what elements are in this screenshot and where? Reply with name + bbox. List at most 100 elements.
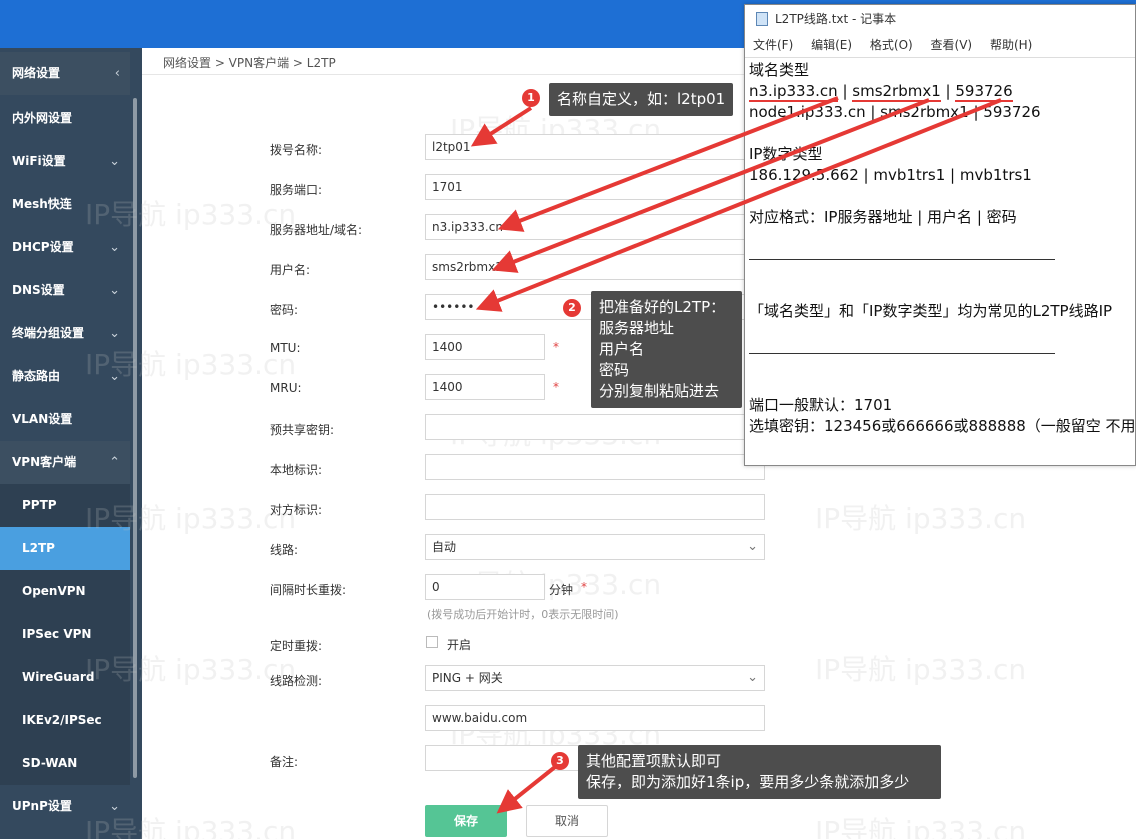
- watermark: IP导航 ip333.cn: [815, 815, 1027, 839]
- sidebar-item-label: 内外网设置: [12, 111, 73, 125]
- dial-name-input[interactable]: l2tp01: [425, 134, 765, 160]
- text-line: 「域名类型」和「IP数字类型」均为常见的L2TP线路IP: [749, 302, 1113, 320]
- cancel-button[interactable]: 取消: [526, 805, 608, 837]
- username-label: 用户名:: [270, 263, 311, 277]
- menu-help[interactable]: 帮助(H): [990, 38, 1032, 52]
- sidebar-item-upnp[interactable]: UPnP设置 ⌄: [0, 785, 130, 828]
- callout-line: 密码: [599, 361, 630, 379]
- password-value: ••••••: [432, 300, 475, 314]
- callout-line: 其他配置项默认即可: [586, 752, 722, 770]
- local-id-label: 本地标识:: [270, 463, 323, 477]
- menu-edit[interactable]: 编辑(E): [811, 38, 852, 52]
- sidebar-item-wifi[interactable]: WiFi设置 ⌄: [0, 140, 130, 183]
- line-label: 线路:: [270, 543, 299, 557]
- sidebar-item-dhcp[interactable]: DHCP设置 ⌄: [0, 226, 130, 269]
- timed-redial-label: 定时重拨:: [270, 639, 323, 653]
- notepad-title: L2TP线路.txt - 记事本: [775, 12, 897, 26]
- server-input[interactable]: n3.ip333.cn: [425, 214, 765, 240]
- divider-line: [749, 259, 1133, 280]
- sidebar-item-sd-wan[interactable]: SD-WAN: [0, 742, 130, 785]
- separator: |: [940, 82, 956, 100]
- chevron-down-icon: ⌄: [109, 240, 120, 255]
- sidebar-item-dns[interactable]: DNS设置 ⌄: [0, 269, 130, 312]
- sidebar-item-l2tp[interactable]: L2TP: [0, 527, 130, 570]
- domain-password: 593726: [955, 82, 1013, 102]
- line-select[interactable]: 自动 ⌄: [425, 534, 765, 560]
- separator: |: [837, 82, 853, 100]
- callout-step-3: 其他配置项默认即可 保存，即为添加好1条ip，要用多少条就添加多少: [578, 745, 941, 799]
- sidebar-item-label: VLAN设置: [12, 412, 73, 426]
- sidebar-item-label: Mesh快连: [12, 197, 72, 211]
- sidebar-item-label: IKEv2/IPSec: [22, 713, 102, 727]
- sidebar-item-mesh[interactable]: Mesh快连: [0, 183, 130, 226]
- sidebar-item-terminal-group[interactable]: 终端分组设置 ⌄: [0, 312, 130, 355]
- redial-interval-hint: (拨号成功后开始计时，0表示无限时间): [427, 608, 619, 621]
- sidebar-item-vpn-client[interactable]: VPN客户端 ⌃: [0, 441, 130, 484]
- sidebar-item-label: 网络设置: [12, 66, 61, 80]
- chevron-up-icon: ⌃: [109, 455, 120, 470]
- sidebar-item-pptp[interactable]: PPTP: [0, 484, 130, 527]
- sidebar-item-network[interactable]: 网络设置 ‹: [0, 52, 130, 95]
- sidebar-item-label: OpenVPN: [22, 584, 86, 598]
- mtu-value: 1400: [432, 340, 463, 354]
- menu-file[interactable]: 文件(F): [753, 38, 793, 52]
- menu-view[interactable]: 查看(V): [931, 38, 973, 52]
- sidebar-item-label: 终端分组设置: [12, 326, 85, 340]
- notepad-menubar: 文件(F) 编辑(E) 格式(O) 查看(V) 帮助(H): [745, 33, 1135, 57]
- server-value: n3.ip333.cn: [432, 220, 503, 234]
- timed-redial-checkbox[interactable]: [426, 636, 438, 648]
- local-id-input[interactable]: [425, 454, 765, 480]
- sidebar-item-openvpn[interactable]: OpenVPN: [0, 570, 130, 613]
- text-line: 端口一般默认：1701: [749, 396, 893, 414]
- psk-input[interactable]: [425, 414, 765, 440]
- sidebar-item-lan-wan[interactable]: 内外网设置: [0, 97, 130, 140]
- text-line: node1.ip333.cn | sms2rbmx1 | 593726: [749, 103, 1041, 121]
- remote-id-input[interactable]: [425, 494, 765, 520]
- mtu-input[interactable]: 1400: [425, 334, 545, 360]
- username-input[interactable]: sms2rbmx1: [425, 254, 765, 280]
- redial-interval-input[interactable]: 0: [425, 574, 545, 600]
- notepad-icon: [756, 12, 768, 26]
- psk-label: 预共享密钥:: [270, 423, 335, 437]
- notepad-text-area[interactable]: 域名类型 n3.ip333.cn | sms2rbmx1 | 593726 no…: [745, 57, 1136, 465]
- sidebar-item-ikev2[interactable]: IKEv2/IPSec: [0, 699, 130, 742]
- line-check-target-input[interactable]: www.baidu.com: [425, 705, 765, 731]
- sidebar-item-ipsec-vpn[interactable]: IPSec VPN: [0, 613, 130, 656]
- mtu-label: MTU:: [270, 341, 301, 355]
- sidebar-item-label: UPnP设置: [12, 799, 72, 813]
- port-value: 1701: [432, 180, 463, 194]
- notepad-titlebar[interactable]: L2TP线路.txt - 记事本: [745, 5, 1135, 33]
- sidebar-item-vlan[interactable]: VLAN设置: [0, 398, 130, 441]
- text-line: 对应格式：IP服务器地址 | 用户名 | 密码: [749, 208, 1017, 226]
- sidebar-item-wireguard[interactable]: WireGuard: [0, 656, 130, 699]
- sidebar-scrollbar[interactable]: [133, 98, 137, 778]
- divider-line: [749, 353, 1133, 374]
- line-check-value: PING + 网关: [432, 671, 503, 685]
- sidebar: 网络设置 ‹ 内外网设置 WiFi设置 ⌄ Mesh快连 DHCP设置 ⌄ DNS设置…: [0, 48, 142, 839]
- menu-format[interactable]: 格式(O): [870, 38, 913, 52]
- chevron-down-icon: ⌄: [109, 799, 120, 814]
- step-badge-1: 1: [522, 89, 540, 107]
- callout-line: 分别复制粘贴进去: [599, 382, 720, 400]
- mru-value: 1400: [432, 380, 463, 394]
- text-line: 186.129.5.662 | mvb1trs1 | mvb1trs1: [749, 166, 1032, 184]
- text-line: 选填密钥：123456或666666或888888（一般留空 不用: [749, 417, 1136, 435]
- port-label: 服务端口:: [270, 183, 323, 197]
- callout-line: 保存，即为添加好1条ip，要用多少条就添加多少: [586, 773, 910, 791]
- save-button[interactable]: 保存: [425, 805, 507, 837]
- callout-line: 用户名: [599, 340, 645, 358]
- mru-input[interactable]: 1400: [425, 374, 545, 400]
- step-badge-2: 2: [563, 299, 581, 317]
- line-value: 自动: [432, 540, 457, 554]
- chevron-down-icon: ⌄: [747, 539, 758, 554]
- line-check-select[interactable]: PING + 网关 ⌄: [425, 665, 765, 691]
- dial-name-label: 拨号名称:: [270, 143, 323, 157]
- sidebar-item-static-route[interactable]: 静态路由 ⌄: [0, 355, 130, 398]
- chevron-down-icon: ⌄: [747, 670, 758, 685]
- port-input[interactable]: 1701: [425, 174, 765, 200]
